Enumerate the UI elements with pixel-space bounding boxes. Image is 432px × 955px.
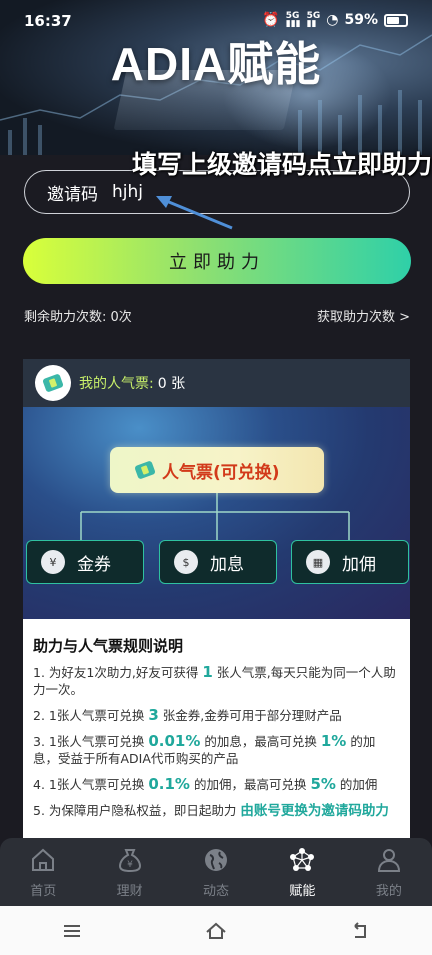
- rule-text: 张金券,金券可用于部分理财产品: [162, 708, 342, 723]
- rule-highlight: 1: [202, 663, 213, 681]
- rule-highlight: 5%: [310, 775, 336, 793]
- coupon-icon: ¥: [41, 550, 65, 574]
- battery-icon: [384, 13, 408, 27]
- ticket-count-label: 我的人气票:: [79, 376, 154, 392]
- rule-highlight: 由账号更换为邀请码助力: [240, 803, 389, 819]
- option-interest[interactable]: $ 加息: [159, 540, 277, 584]
- system-nav-bar: [0, 906, 432, 955]
- hint-overlay-text: 填写上级邀请码点立即助力: [132, 150, 432, 179]
- option-coupon-label: 金券: [77, 554, 111, 575]
- option-commission-label: 加佣: [342, 554, 376, 575]
- invite-code-label: 邀请码: [47, 184, 98, 205]
- money-bag-icon: ¥: [118, 849, 141, 873]
- ticket-badge: [35, 365, 71, 401]
- wifi-icon: ◔: [326, 12, 339, 28]
- tab-news[interactable]: 动态: [173, 838, 259, 906]
- home-icon: [32, 848, 55, 871]
- rule-5: 5. 为保障用户隐私权益，即日起助力 由账号更换为邀请码助力: [33, 802, 400, 820]
- status-icons: ⏰ 5G ▮▮▮ 5G ▮▮ ◔ 59%: [262, 11, 408, 29]
- commission-icon: ▦: [306, 550, 330, 574]
- ticket-icon: [42, 373, 64, 393]
- network-icon: [290, 848, 315, 871]
- tree-connector-lines: [80, 493, 350, 540]
- tab-empower[interactable]: 赋能: [259, 838, 345, 906]
- rule-1: 1. 为好友1次助力,好友可获得 1 张人气票,每天只能为同一个人助力一次。: [33, 664, 400, 698]
- rule-highlight: 0.1%: [148, 775, 190, 793]
- ticket-count-value: 0 张: [157, 376, 186, 392]
- brand-title: ADIA赋能: [110, 38, 322, 90]
- assist-now-button[interactable]: 立即助力: [23, 238, 411, 284]
- rules-section: 助力与人气票规则说明 1. 为好友1次助力,好友可获得 1 张人气票,每天只能为…: [23, 619, 410, 839]
- hint-arrow-icon: [156, 196, 233, 230]
- rule-text: 4. 1张人气票可兑换: [33, 777, 145, 792]
- ticket-card-header: 我的人气票: 0 张: [23, 359, 410, 407]
- signal-icon-2: 5G ▮▮: [306, 11, 321, 29]
- rule-text: 的加佣: [339, 777, 378, 792]
- rule-text: 5. 为保障用户隐私权益，即日起助力: [33, 803, 237, 818]
- rule-highlight: 0.01%: [148, 732, 201, 750]
- main-ticket-exchangeable[interactable]: 人气票(可兑换): [110, 447, 324, 493]
- globe-icon: [205, 849, 228, 871]
- rule-highlight: 1%: [320, 732, 347, 750]
- rule-4: 4. 1张人气票可兑换 0.1% 的加佣，最高可兑换 5% 的加佣: [33, 776, 400, 793]
- rule-2: 2. 1张人气票可兑换 3 张金券,金券可用于部分理财产品: [33, 707, 400, 724]
- rule-text: 1. 为好友1次助力,好友可获得: [33, 665, 199, 680]
- tab-finance[interactable]: ¥ 理财: [86, 838, 172, 906]
- option-coupon[interactable]: ¥ 金券: [26, 540, 144, 584]
- tab-label: 首页: [30, 884, 57, 899]
- ticket-icon: [134, 460, 156, 480]
- interest-icon: $: [174, 550, 198, 574]
- alarm-icon: ⏰: [262, 12, 280, 28]
- svg-text:¥: ¥: [127, 860, 133, 870]
- rule-text: 2. 1张人气票可兑换: [33, 708, 145, 723]
- rule-text: 的加息，最高可兑换: [204, 734, 317, 749]
- tab-label: 动态: [203, 884, 230, 899]
- home-nav-icon[interactable]: [205, 920, 227, 942]
- get-more-link[interactable]: 获取助力次数 >: [317, 306, 410, 325]
- remaining-count: 剩余助力次数: 0次: [24, 310, 132, 325]
- signal-icon: 5G ▮▮▮: [285, 11, 301, 29]
- rule-3: 3. 1张人气票可兑换 0.01% 的加息，最高可兑换 1% 的加息，受益于所有…: [33, 733, 400, 767]
- rule-highlight: 3: [148, 706, 159, 724]
- ticket-card: 我的人气票: 0 张 人气票(可兑换) ¥ 金券 $ 加息 ▦ 加佣: [23, 359, 410, 619]
- user-icon: [377, 849, 400, 872]
- tab-mine[interactable]: 我的: [346, 838, 432, 906]
- battery-text: 59%: [344, 12, 378, 28]
- option-commission[interactable]: ▦ 加佣: [291, 540, 409, 584]
- option-interest-label: 加息: [210, 554, 244, 575]
- rules-title: 助力与人气票规则说明: [33, 637, 184, 655]
- bottom-tab-bar: 首页 ¥ 理财 动态 赋能 我的: [0, 838, 432, 906]
- tab-label: 赋能: [289, 884, 316, 899]
- rule-text: 3. 1张人气票可兑换: [33, 734, 145, 749]
- menu-icon[interactable]: [61, 920, 83, 942]
- back-icon[interactable]: [349, 920, 371, 942]
- tab-label: 我的: [375, 884, 402, 899]
- invite-code-value[interactable]: hjhj: [112, 182, 143, 202]
- tab-home[interactable]: 首页: [0, 838, 86, 906]
- ticket-exchange-diagram: 人气票(可兑换) ¥ 金券 $ 加息 ▦ 加佣: [23, 407, 410, 619]
- tab-label: 理财: [116, 884, 143, 899]
- rule-text: 的加佣，最高可兑换: [193, 777, 307, 792]
- main-ticket-label: 人气票(可兑换): [162, 462, 280, 483]
